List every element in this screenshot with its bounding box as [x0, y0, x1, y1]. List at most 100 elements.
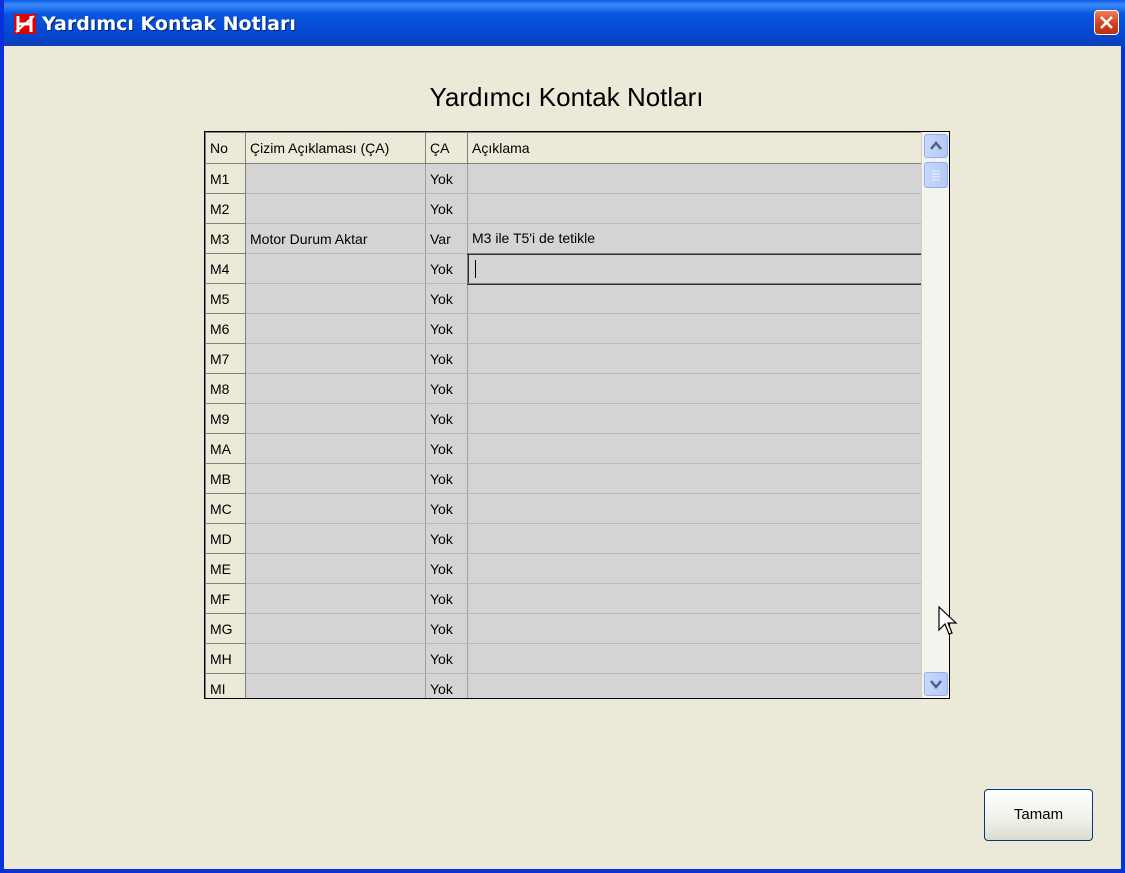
- ca-cell[interactable]: Yok: [425, 283, 468, 314]
- cizim-aciklamasi-cell[interactable]: [245, 613, 426, 644]
- cizim-aciklamasi-cell[interactable]: [245, 283, 426, 314]
- aciklama-cell[interactable]: [467, 373, 922, 404]
- aciklama-cell[interactable]: [467, 643, 922, 674]
- column-header-cizim-aciklamasi[interactable]: Çizim Açıklaması (ÇA): [245, 132, 426, 164]
- row-number-cell[interactable]: M8: [205, 373, 246, 404]
- cizim-aciklamasi-cell[interactable]: Motor Durum Aktar: [245, 223, 426, 254]
- ca-cell[interactable]: Yok: [425, 523, 468, 554]
- ca-cell[interactable]: Yok: [425, 253, 468, 284]
- column-header-ca[interactable]: ÇA: [425, 132, 468, 164]
- cizim-aciklamasi-cell[interactable]: [245, 673, 426, 698]
- aciklama-cell[interactable]: [467, 433, 922, 464]
- ca-cell[interactable]: Yok: [425, 343, 468, 374]
- row-number-cell[interactable]: M3: [205, 223, 246, 254]
- ca-cell[interactable]: Yok: [425, 433, 468, 464]
- table-row[interactable]: ME Yok: [205, 553, 922, 584]
- table-row[interactable]: M3 Motor Durum Aktar Var M3 ile T5'i de tet…: [205, 223, 922, 254]
- ca-cell[interactable]: Yok: [425, 463, 468, 494]
- ca-cell[interactable]: Yok: [425, 643, 468, 674]
- table-row[interactable]: M9 Yok: [205, 403, 922, 434]
- table-row[interactable]: MH Yok: [205, 643, 922, 674]
- row-number-cell[interactable]: M6: [205, 313, 246, 344]
- aciklama-cell[interactable]: M3 ile T5'i de tetikle: [467, 223, 922, 254]
- cizim-aciklamasi-cell[interactable]: [245, 313, 426, 344]
- row-number-cell[interactable]: M4: [205, 253, 246, 284]
- row-number-cell[interactable]: M9: [205, 403, 246, 434]
- aciklama-cell[interactable]: [467, 343, 922, 374]
- table-row[interactable]: MA Yok: [205, 433, 922, 464]
- scroll-down-button[interactable]: [924, 672, 948, 696]
- aciklama-cell[interactable]: [467, 313, 922, 344]
- table-row[interactable]: M2 Yok: [205, 193, 922, 224]
- aciklama-cell[interactable]: [467, 163, 922, 194]
- aciklama-edit-field[interactable]: [466, 252, 923, 285]
- ca-cell[interactable]: Yok: [425, 493, 468, 524]
- table-row[interactable]: MC Yok: [205, 493, 922, 524]
- row-number-cell[interactable]: M5: [205, 283, 246, 314]
- aciklama-cell[interactable]: [467, 583, 922, 614]
- ca-cell[interactable]: Yok: [425, 673, 468, 698]
- table-row[interactable]: MI Yok: [205, 673, 922, 698]
- table-row[interactable]: MF Yok: [205, 583, 922, 614]
- table-row[interactable]: M7 Yok: [205, 343, 922, 374]
- row-number-cell[interactable]: MH: [205, 643, 246, 674]
- aciklama-cell[interactable]: [467, 553, 922, 584]
- cizim-aciklamasi-cell[interactable]: [245, 463, 426, 494]
- row-number-cell[interactable]: M2: [205, 193, 246, 224]
- ca-cell[interactable]: Yok: [425, 403, 468, 434]
- cizim-aciklamasi-cell[interactable]: [245, 433, 426, 464]
- cizim-aciklamasi-cell[interactable]: [245, 253, 426, 284]
- cizim-aciklamasi-cell[interactable]: [245, 373, 426, 404]
- ca-cell[interactable]: Yok: [425, 613, 468, 644]
- aciklama-cell[interactable]: [467, 283, 922, 314]
- cizim-aciklamasi-cell[interactable]: [245, 343, 426, 374]
- table-row[interactable]: MB Yok: [205, 463, 922, 494]
- aciklama-cell[interactable]: [467, 673, 922, 698]
- ca-cell[interactable]: Var: [425, 223, 468, 254]
- row-number-cell[interactable]: MC: [205, 493, 246, 524]
- cizim-aciklamasi-cell[interactable]: [245, 193, 426, 224]
- row-number-cell[interactable]: MG: [205, 613, 246, 644]
- cizim-aciklamasi-cell[interactable]: [245, 493, 426, 524]
- ca-cell[interactable]: Yok: [425, 313, 468, 344]
- row-number-cell[interactable]: M7: [205, 343, 246, 374]
- table-row[interactable]: M8 Yok: [205, 373, 922, 404]
- ok-button[interactable]: Tamam: [984, 789, 1093, 841]
- table-row[interactable]: MD Yok: [205, 523, 922, 554]
- table-row[interactable]: M6 Yok: [205, 313, 922, 344]
- scroll-up-button[interactable]: [924, 134, 948, 158]
- table-row[interactable]: MG Yok: [205, 613, 922, 644]
- close-button[interactable]: [1094, 10, 1119, 35]
- aciklama-cell[interactable]: [467, 493, 922, 524]
- ca-cell[interactable]: Yok: [425, 553, 468, 584]
- cizim-aciklamasi-cell[interactable]: [245, 523, 426, 554]
- row-number-cell[interactable]: MF: [205, 583, 246, 614]
- column-header-no[interactable]: No: [205, 132, 246, 164]
- cizim-aciklamasi-cell[interactable]: [245, 583, 426, 614]
- ca-cell[interactable]: Yok: [425, 163, 468, 194]
- row-number-cell[interactable]: ME: [205, 553, 246, 584]
- row-number-cell[interactable]: MD: [205, 523, 246, 554]
- scroll-thumb[interactable]: [924, 162, 948, 188]
- ca-cell[interactable]: Yok: [425, 583, 468, 614]
- row-number-cell[interactable]: MA: [205, 433, 246, 464]
- aciklama-cell[interactable]: [467, 523, 922, 554]
- table-row[interactable]: M4 Yok: [205, 252, 923, 285]
- ca-cell[interactable]: Yok: [425, 193, 468, 224]
- aciklama-cell[interactable]: [467, 613, 922, 644]
- column-header-aciklama[interactable]: Açıklama: [467, 132, 922, 164]
- notes-grid[interactable]: No Çizim Açıklaması (ÇA) ÇA Açıklama M1 Y…: [204, 131, 950, 699]
- aciklama-cell[interactable]: [467, 193, 922, 224]
- ca-cell[interactable]: Yok: [425, 373, 468, 404]
- table-row[interactable]: M1 Yok: [205, 163, 922, 194]
- table-row[interactable]: M5 Yok: [205, 283, 922, 314]
- cizim-aciklamasi-cell[interactable]: [245, 403, 426, 434]
- cizim-aciklamasi-cell[interactable]: [245, 643, 426, 674]
- row-number-cell[interactable]: MB: [205, 463, 246, 494]
- aciklama-cell[interactable]: [467, 463, 922, 494]
- title-bar[interactable]: Yardımcı Kontak Notları: [4, 0, 1125, 46]
- cizim-aciklamasi-cell[interactable]: [245, 163, 426, 194]
- row-number-cell[interactable]: M1: [205, 163, 246, 194]
- row-number-cell[interactable]: MI: [205, 673, 246, 698]
- cizim-aciklamasi-cell[interactable]: [245, 553, 426, 584]
